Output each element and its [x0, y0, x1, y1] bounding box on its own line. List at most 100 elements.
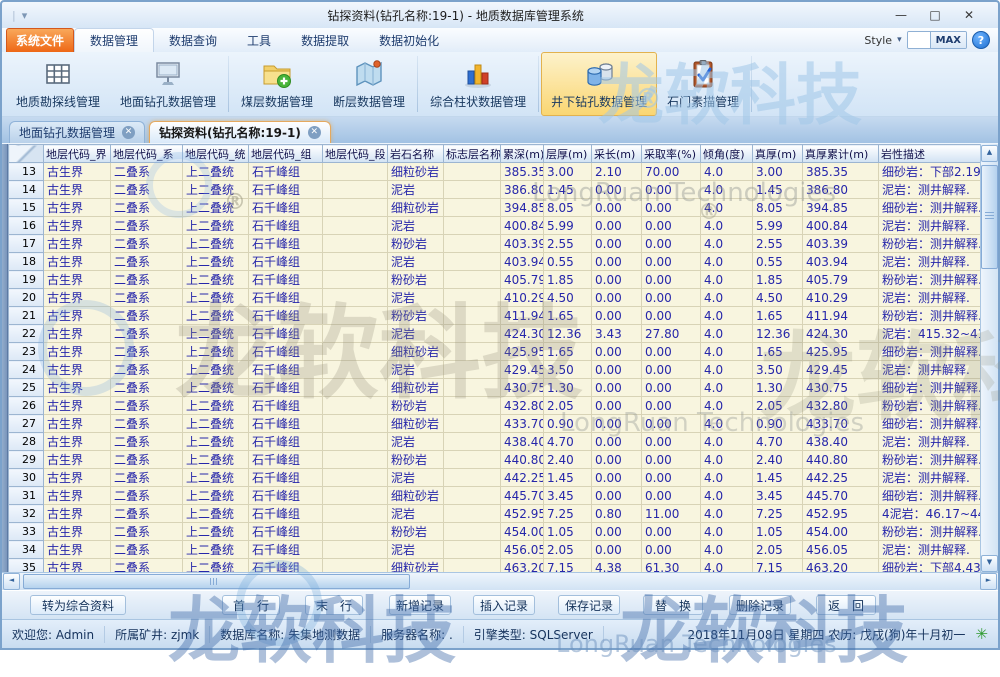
row-number[interactable]: 32 [9, 505, 44, 523]
cell-member[interactable] [323, 235, 388, 253]
cell-formation[interactable]: 石千峰组 [249, 307, 323, 325]
cell-true-thickness[interactable]: 2.55 [753, 235, 803, 253]
row-number[interactable]: 20 [9, 289, 44, 307]
cell-cumulative-depth[interactable]: 440.80 [501, 451, 544, 469]
action-button[interactable]: 删除记录 [729, 595, 791, 615]
cell-era[interactable]: 古生界 [44, 505, 111, 523]
row-number[interactable]: 30 [9, 469, 44, 487]
action-button[interactable]: 新增记录 [389, 595, 451, 615]
cell-formation[interactable]: 石千峰组 [249, 163, 323, 181]
cell-lithology-description[interactable]: 泥岩：测井解释. [879, 541, 981, 559]
cell-layer-thickness[interactable]: 4.70 [544, 433, 592, 451]
cell-member[interactable] [323, 397, 388, 415]
cell-recovery-rate[interactable]: 0.00 [642, 235, 701, 253]
cell-era[interactable]: 古生界 [44, 199, 111, 217]
select-all-corner[interactable] [9, 145, 44, 163]
cell-recovery-rate[interactable]: 0.00 [642, 181, 701, 199]
table-row[interactable]: 13 古生界 二叠系 上二叠统 石千峰组 细粒砂岩 385.35 3.00 2.… [9, 163, 981, 181]
cell-dip-angle[interactable]: 4.0 [701, 541, 753, 559]
cell-series[interactable]: 上二叠统 [183, 487, 249, 505]
cell-cumulative-depth[interactable]: 432.80 [501, 397, 544, 415]
tab-data-init[interactable]: 数据初始化 [364, 28, 454, 52]
cell-formation[interactable]: 石千峰组 [249, 433, 323, 451]
cell-era[interactable]: 古生界 [44, 361, 111, 379]
cell-dip-angle[interactable]: 4.0 [701, 379, 753, 397]
cell-rock-name[interactable]: 细粒砂岩 [388, 343, 444, 361]
cell-system[interactable]: 二叠系 [111, 289, 183, 307]
cell-core-length[interactable]: 3.43 [592, 325, 642, 343]
cell-series[interactable]: 上二叠统 [183, 271, 249, 289]
cell-system[interactable]: 二叠系 [111, 307, 183, 325]
system-file-button[interactable]: 系统文件 [6, 28, 74, 52]
column-header[interactable]: 地层代码_界 [44, 145, 111, 163]
help-icon[interactable]: ? [972, 31, 990, 49]
cell-era[interactable]: 古生界 [44, 523, 111, 541]
cell-layer-thickness[interactable]: 5.99 [544, 217, 592, 235]
cell-marker-layer[interactable] [444, 397, 501, 415]
cell-true-thickness[interactable]: 0.55 [753, 253, 803, 271]
cell-formation[interactable]: 石千峰组 [249, 271, 323, 289]
cell-recovery-rate[interactable]: 0.00 [642, 541, 701, 559]
cell-cumulative-depth[interactable]: 454.00 [501, 523, 544, 541]
cell-core-length[interactable]: 0.00 [592, 253, 642, 271]
cell-lithology-description[interactable]: 细砂岩：测井解释. [879, 199, 981, 217]
cell-cumulative-depth[interactable]: 430.75 [501, 379, 544, 397]
cell-lithology-description[interactable]: 泥岩：测井解释. [879, 181, 981, 199]
cell-true-thickness-total[interactable]: 425.95 [803, 343, 879, 361]
cell-member[interactable] [323, 487, 388, 505]
cell-layer-thickness[interactable]: 0.90 [544, 415, 592, 433]
cell-system[interactable]: 二叠系 [111, 199, 183, 217]
cell-rock-name[interactable]: 泥岩 [388, 361, 444, 379]
table-row[interactable]: 25 古生界 二叠系 上二叠统 石千峰组 细粒砂岩 430.75 1.30 0.… [9, 379, 981, 397]
horizontal-scroll-thumb[interactable] [23, 574, 410, 589]
cell-formation[interactable]: 石千峰组 [249, 523, 323, 541]
vertical-scroll-thumb[interactable] [981, 165, 998, 269]
column-header[interactable]: 真厚(m) [753, 145, 803, 163]
cell-rock-name[interactable]: 细粒砂岩 [388, 163, 444, 181]
action-button[interactable]: 保存记录 [558, 595, 620, 615]
cell-recovery-rate[interactable]: 0.00 [642, 271, 701, 289]
cell-dip-angle[interactable]: 4.0 [701, 343, 753, 361]
cell-member[interactable] [323, 325, 388, 343]
table-row[interactable]: 24 古生界 二叠系 上二叠统 石千峰组 泥岩 429.45 3.50 0.00… [9, 361, 981, 379]
row-number[interactable]: 34 [9, 541, 44, 559]
cell-era[interactable]: 古生界 [44, 181, 111, 199]
cell-member[interactable] [323, 181, 388, 199]
cell-rock-name[interactable]: 泥岩 [388, 433, 444, 451]
cell-true-thickness[interactable]: 7.25 [753, 505, 803, 523]
cell-core-length[interactable]: 0.00 [592, 235, 642, 253]
cell-era[interactable]: 古生界 [44, 253, 111, 271]
cell-layer-thickness[interactable]: 1.65 [544, 307, 592, 325]
cell-true-thickness-total[interactable]: 452.95 [803, 505, 879, 523]
cell-core-length[interactable]: 0.00 [592, 181, 642, 199]
tab-data-query[interactable]: 数据查询 [154, 28, 232, 52]
cell-system[interactable]: 二叠系 [111, 181, 183, 199]
cell-cumulative-depth[interactable]: 425.95 [501, 343, 544, 361]
cell-true-thickness-total[interactable]: 424.30 [803, 325, 879, 343]
max-toggle-field[interactable] [908, 32, 930, 48]
cell-era[interactable]: 古生界 [44, 469, 111, 487]
cell-member[interactable] [323, 361, 388, 379]
cell-era[interactable]: 古生界 [44, 163, 111, 181]
table-row[interactable]: 34 古生界 二叠系 上二叠统 石千峰组 泥岩 456.05 2.05 0.00… [9, 541, 981, 559]
cell-series[interactable]: 上二叠统 [183, 307, 249, 325]
doc-tab-drilling-data[interactable]: 钻探资料(钻孔名称:19-1) ✕ [149, 121, 331, 143]
cell-lithology-description[interactable]: 泥岩：415.32~418. [879, 325, 981, 343]
table-row[interactable]: 33 古生界 二叠系 上二叠统 石千峰组 粉砂岩 454.00 1.05 0.0… [9, 523, 981, 541]
action-button[interactable]: 转为综合资料 [30, 595, 126, 615]
cell-lithology-description[interactable]: 泥岩：测井解释. [879, 217, 981, 235]
row-number[interactable]: 33 [9, 523, 44, 541]
cell-recovery-rate[interactable]: 0.00 [642, 469, 701, 487]
cell-formation[interactable]: 石千峰组 [249, 469, 323, 487]
cell-core-length[interactable]: 0.00 [592, 307, 642, 325]
table-row[interactable]: 26 古生界 二叠系 上二叠统 石千峰组 粉砂岩 432.80 2.05 0.0… [9, 397, 981, 415]
action-button[interactable]: 插入记录 [473, 595, 535, 615]
cell-member[interactable] [323, 253, 388, 271]
cell-recovery-rate[interactable]: 0.00 [642, 487, 701, 505]
cell-member[interactable] [323, 505, 388, 523]
cell-true-thickness-total[interactable]: 410.29 [803, 289, 879, 307]
cell-lithology-description[interactable]: 细砂岩：测井解释. [879, 415, 981, 433]
column-header[interactable]: 岩石名称 [388, 145, 444, 163]
table-row[interactable]: 18 古生界 二叠系 上二叠统 石千峰组 泥岩 403.94 0.55 0.00… [9, 253, 981, 271]
scroll-down-icon[interactable]: ▼ [981, 555, 998, 572]
